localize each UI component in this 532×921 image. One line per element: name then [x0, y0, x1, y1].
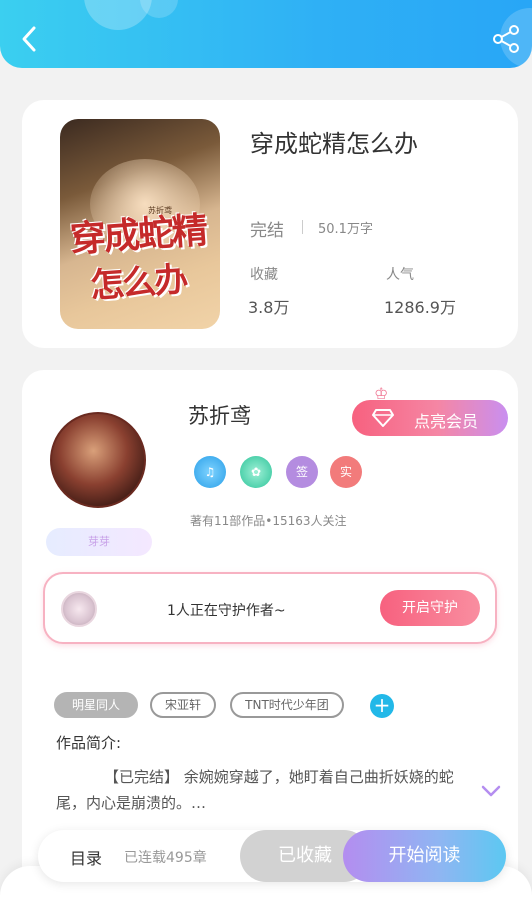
- share-button[interactable]: [492, 24, 522, 54]
- start-reading-button[interactable]: 开始阅读: [343, 830, 506, 882]
- tag-chip[interactable]: 明星同人: [54, 692, 138, 718]
- add-tag-button[interactable]: +: [370, 694, 394, 718]
- guard-text: 1人正在守护作者~: [167, 603, 286, 619]
- guardian-avatar: [61, 591, 97, 627]
- cover-title-line2: 怎么办: [88, 259, 188, 307]
- popularity-label: 人气: [386, 267, 414, 283]
- intro-label: 作品简介:: [56, 734, 122, 752]
- book-title: 穿成蛇精怎么办: [250, 130, 418, 158]
- author-avatar[interactable]: [50, 412, 146, 508]
- back-button[interactable]: [16, 22, 44, 56]
- intro-text: 【已完结】 余婉婉穿越了，她盯着自己曲折妖娆的蛇尾，内心是崩溃的。…: [56, 768, 454, 812]
- author-tag: 芽芽: [46, 528, 152, 556]
- guard-button[interactable]: 开启守护: [380, 590, 480, 626]
- guard-panel: 1人正在守护作者~ 开启守护: [43, 572, 497, 644]
- vip-button[interactable]: 点亮会员: [352, 400, 508, 436]
- author-name[interactable]: 苏折鸢: [188, 400, 251, 430]
- diamond-icon: [372, 409, 394, 427]
- popularity-value: 1286.9万: [384, 298, 456, 317]
- book-cover[interactable]: 苏折鸢 穿成蛇精 怎么办: [60, 119, 220, 329]
- badge-music-icon[interactable]: ♫: [194, 456, 226, 488]
- chevron-left-icon: [22, 26, 36, 52]
- cover-title-line1: 穿成蛇精: [68, 209, 208, 261]
- chevron-down-icon[interactable]: [480, 784, 502, 798]
- book-status: 完结: [250, 221, 284, 241]
- bottom-action-bar: 目录 已连载495章 已收藏 开始阅读: [38, 830, 506, 882]
- tag-chip[interactable]: TNT时代少年团: [230, 692, 344, 718]
- tag-chip[interactable]: 宋亚轩: [150, 692, 216, 718]
- collect-value: 3.8万: [248, 298, 290, 317]
- share-icon: [493, 25, 519, 53]
- book-info-card: 苏折鸢 穿成蛇精 怎么办 穿成蛇精怎么办 完结 50.1万字 收藏 人气 3.8…: [22, 100, 518, 348]
- badge-signed[interactable]: 签: [286, 456, 318, 488]
- vip-label: 点亮会员: [414, 412, 479, 431]
- badge-flower-icon[interactable]: ✿: [240, 456, 272, 488]
- works-info: 著有11部作品•15163人关注: [190, 514, 347, 528]
- badge-verified[interactable]: 实: [330, 456, 362, 488]
- top-bar: [0, 0, 532, 68]
- toc-status: 已连载495章: [124, 850, 207, 866]
- word-count: 50.1万字: [318, 222, 373, 237]
- toc-button[interactable]: 目录: [70, 845, 102, 869]
- divider: [302, 220, 303, 234]
- collect-label: 收藏: [250, 267, 278, 283]
